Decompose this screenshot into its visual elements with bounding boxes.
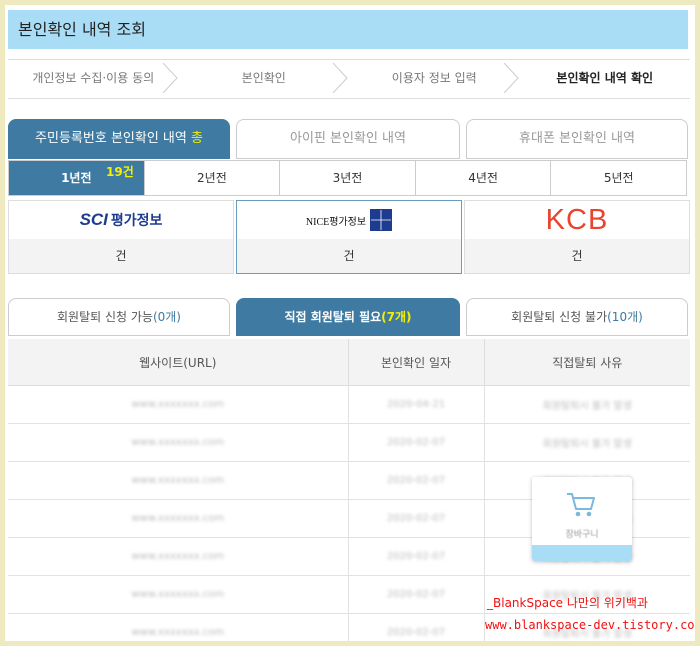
nice-logo: NICE평가정보 [237,201,461,239]
tab-count: (10개) [607,310,643,324]
tab-resident-number[interactable]: 주민등록번호 본인확인 내역 총 [8,119,230,159]
bureau-card-kcb[interactable]: KCB 건 [464,200,690,274]
tab-withdrawal-possible[interactable]: 회원탈퇴 신청 가능(0개) [8,298,230,336]
cart-label: 장바구니 [565,530,599,540]
cell-date: 2020-04-21 [348,385,485,424]
tab-total-label: 총 [190,131,203,146]
page-title: 본인확인 내역 조회 [8,10,688,49]
tab-count: (0개) [152,310,181,324]
tab-withdrawal-impossible[interactable]: 회원탈퇴 신청 불가(10개) [466,298,688,336]
year-tab-4[interactable]: 4년전 [414,161,551,195]
sci-logo-sub: 평가정보 [110,213,163,229]
tab-label: 휴대폰 본인확인 내역 [519,131,635,146]
cell-date: 2020-02-07 [348,461,485,500]
step-label: 본인확인 내역 확인 [556,71,654,85]
bureau-count: 건 [237,239,461,273]
column-header-url: 웹사이트(URL) [8,339,349,386]
nice-emblem-icon [370,209,393,231]
cell-date: 2020-02-07 [348,499,485,538]
tab-label: 회원탈퇴 신청 가능 [57,310,153,324]
bureau-count: 건 [9,239,233,273]
year-label: 5년전 [603,171,634,185]
step-label: 본인확인 [241,71,286,85]
tab-direct-withdrawal[interactable]: 직접 회원탈퇴 필요(7개) [236,298,460,336]
cart-icon [567,493,595,517]
watermark-title: _BlankSpace 나만의 위키백과 [487,596,648,610]
cell-date: 2020-02-07 [348,537,485,576]
column-header-date: 본인확인 일자 [348,339,485,386]
table-header-row: 웹사이트(URL) 본인확인 일자 직접탈퇴 사유 [8,339,690,386]
tab-label: 아이핀 본인확인 내역 [290,131,406,146]
tab-label: 직접 회원탈퇴 필요 [284,310,382,324]
step-label: 개인정보 수집·이용 동의 [32,71,155,85]
cell-date: 2020-02-07 [348,575,485,614]
kcb-logo-text: KCB [545,203,609,236]
page-container: 본인확인 내역 조회 개인정보 수집·이용 동의 본인확인 이용자 정보 입력 … [5,5,695,641]
cell-url[interactable]: www.xxxxxxx.com [8,575,349,614]
tab-phone[interactable]: 휴대폰 본인확인 내역 [466,119,688,159]
cell-url[interactable]: www.xxxxxxx.com [8,461,349,500]
column-header-reason: 직접탈퇴 사유 [484,339,690,386]
bureau-card-nice[interactable]: NICE평가정보 건 [236,200,462,274]
credit-bureau-cards: SCI 평가정보 건 NICE평가정보 건 KCB 건 [8,200,690,274]
tab-count: (7개) [381,310,412,324]
bureau-card-sci[interactable]: SCI 평가정보 건 [8,200,234,274]
cell-url[interactable]: www.xxxxxxx.com [8,613,349,641]
cell-url[interactable]: www.xxxxxxx.com [8,499,349,538]
kcb-logo: KCB [465,201,689,239]
nice-logo-text: NICE평가정보 [305,216,367,228]
step-verify: 본인확인 [179,60,350,98]
cell-url[interactable]: www.xxxxxxx.com [8,537,349,576]
year-count-badge: 19건 [106,165,134,179]
step-progress: 개인정보 수집·이용 동의 본인확인 이용자 정보 입력 본인확인 내역 확인 [8,59,690,99]
cell-reason: 회원탈퇴시 불가 발생 [484,423,690,462]
year-tab-2[interactable]: 2년전 [143,161,280,195]
cell-date: 2020-02-07 [348,423,485,462]
cell-date: 2020-02-07 [348,613,485,641]
withdrawal-tabs: 회원탈퇴 신청 가능(0개) 직접 회원탈퇴 필요(7개) 회원탈퇴 신청 불가… [8,298,690,336]
cart-bar [532,545,632,561]
cell-url[interactable]: www.xxxxxxx.com [8,385,349,424]
table-row: www.xxxxxxx.com 2020-02-07 회원탈퇴시 불가 발생 [8,423,690,462]
step-label: 이용자 정보 입력 [391,71,477,85]
year-tab-5[interactable]: 5년전 [550,161,686,195]
year-tab-1[interactable]: 1년전 19건 [9,161,144,195]
step-consent: 개인정보 수집·이용 동의 [8,60,179,98]
year-tab-3[interactable]: 3년전 [279,161,415,195]
table-row: www.xxxxxxx.com 2020-04-21 회원탈퇴시 불가 발생 [8,385,690,424]
cell-url[interactable]: www.xxxxxxx.com [8,423,349,462]
sci-logo: SCI 평가정보 [9,201,233,239]
history-type-tabs: 주민등록번호 본인확인 내역 총 아이핀 본인확인 내역 휴대폰 본인확인 내역 [8,119,690,159]
year-label: 4년전 [468,171,498,185]
year-label: 2년전 [197,171,227,185]
cart-floating-button[interactable]: 장바구니 [532,477,632,561]
step-history: 본인확인 내역 확인 [520,60,691,98]
tab-label: 주민등록번호 본인확인 내역 [35,131,187,146]
tab-ipin[interactable]: 아이핀 본인확인 내역 [236,119,460,159]
watermark-url: www.blankspace-dev.tistory.com [485,618,695,632]
tab-label: 회원탈퇴 신청 불가 [511,310,608,324]
sci-logo-main: SCI [79,210,108,229]
bureau-count: 건 [465,239,689,273]
year-label: 3년전 [332,171,363,185]
year-label: 1년전 [61,171,92,185]
cell-reason: 회원탈퇴시 불가 발생 [484,385,690,424]
year-tabs: 1년전 19건 2년전 3년전 4년전 5년전 [8,160,687,196]
step-user-info: 이용자 정보 입력 [349,60,520,98]
